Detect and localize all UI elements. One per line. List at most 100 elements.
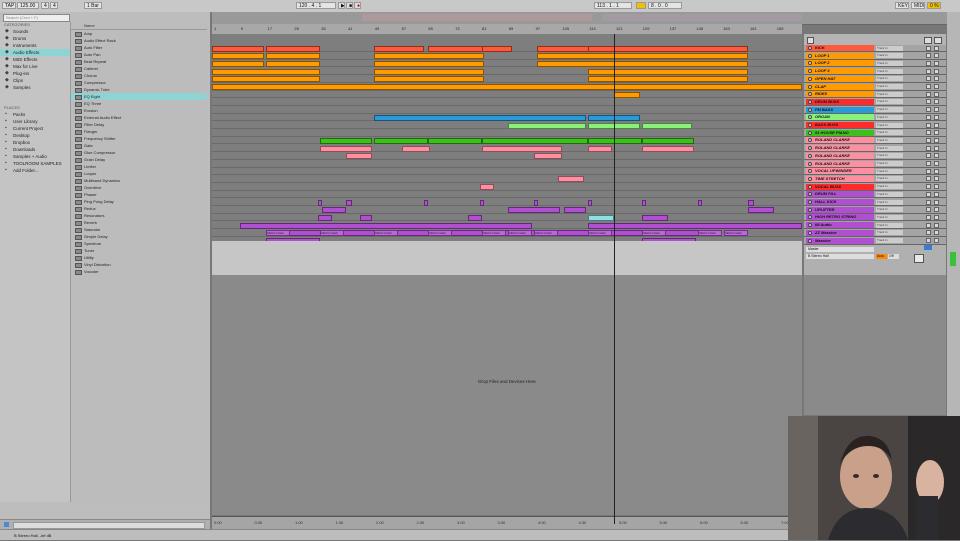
track-activator-icon[interactable] [808,138,812,143]
master-name[interactable]: Master [806,247,874,252]
return-track-select[interactable]: B Stereo Hall [806,254,874,259]
place-item[interactable]: ▪ Dropbox [0,139,70,146]
track-header[interactable]: ROLAND CLARKE Track In [804,145,946,153]
crash-clip[interactable]: VEC3 Crash [724,230,748,237]
file-item[interactable]: Beat Repeat [71,58,207,65]
clip[interactable] [374,114,586,121]
track-input[interactable]: Track In [876,168,903,174]
track-header[interactable]: VOCAL BUSS Track In [804,183,946,191]
track-name[interactable]: OPEN HAT [806,75,874,82]
track-header[interactable]: BASS BUSS Track In [804,122,946,129]
fold-icon[interactable] [807,37,814,44]
track-header[interactable]: TIME STRETCH Track In [804,175,946,183]
clip[interactable] [346,199,352,206]
clip[interactable] [482,45,512,52]
track-header[interactable]: VOCAL UPWINDER Track In [804,168,946,176]
track-header[interactable]: ZZ Massive Track In [804,229,946,237]
category-item[interactable]: ◆ Drums [0,35,70,42]
crash-clip[interactable]: VEC3 Crash [482,230,506,237]
solo-button[interactable] [926,161,931,166]
track-input[interactable]: Track In [876,99,903,105]
solo-button[interactable] [926,214,931,220]
track-activator-icon[interactable] [808,153,812,158]
arm-button[interactable] [934,107,939,113]
solo-button[interactable] [926,191,931,197]
track-activator-icon[interactable] [808,46,812,50]
arrangement-lanes[interactable]: VEC3 Crash VEC3 Crash VEC3 Crash VEC3 Crash… [212,34,802,253]
cue-out-button[interactable] [924,245,932,250]
file-item[interactable]: EQ Three [71,100,207,107]
track-name[interactable]: KICK [806,45,874,51]
track-activator-icon[interactable] [808,238,812,243]
track-lane[interactable] [212,168,802,176]
file-item[interactable]: Amp [71,30,207,37]
arm-button[interactable] [934,137,939,143]
track-name[interactable]: ROLAND CLARKE [806,137,874,144]
track-name[interactable]: VOCAL UPWINDER [806,168,874,175]
mixer-toggle-icon[interactable] [934,37,942,44]
track-activator-icon[interactable] [808,61,812,66]
clip[interactable] [482,137,588,144]
quantize-menu[interactable]: 1 Bar [84,2,102,9]
track-activator-icon[interactable] [808,123,812,127]
track-lane[interactable] [212,199,802,206]
track-activator-icon[interactable] [808,184,812,189]
clip[interactable] [468,214,482,221]
clip[interactable] [537,60,748,67]
track-activator-icon[interactable] [808,169,812,174]
clip[interactable] [537,53,748,60]
solo-button[interactable] [926,238,931,243]
track-input[interactable]: Track In [876,176,903,182]
track-input[interactable]: Track In [876,130,903,136]
file-item[interactable]: Redux [71,205,207,212]
solo-button[interactable] [926,222,931,228]
track-input[interactable]: Track In [876,230,903,236]
file-item[interactable]: Cabinet [71,65,207,72]
track-activator-icon[interactable] [808,215,812,220]
place-item[interactable]: ▪ User Library [0,118,70,125]
clip[interactable] [212,60,264,67]
place-item[interactable]: ▪ Add Folder... [0,167,70,174]
track-name[interactable]: 91 HOUSE PIANO [806,129,874,136]
crash-clip[interactable]: VEC3 Crash [320,230,344,237]
file-list-header[interactable]: Name [71,22,207,30]
clip[interactable] [588,137,642,144]
solo-button[interactable] [926,230,931,236]
play-button[interactable]: ▶ [338,2,345,9]
time-sig-denominator[interactable]: 4 [50,2,58,9]
clip[interactable] [642,122,692,129]
category-item[interactable]: ◆ Max for Live [0,63,70,70]
arm-button[interactable] [934,84,939,89]
clip[interactable] [266,45,320,52]
crash-clip[interactable]: VEC3 Crash [266,230,290,237]
arm-button[interactable] [934,207,939,213]
solo-button[interactable] [926,145,931,151]
solo-button[interactable] [926,84,931,89]
file-item[interactable]: Simple Delay [71,233,207,240]
automation-lane[interactable] [212,241,802,275]
clip[interactable] [642,199,646,206]
solo-button[interactable] [926,122,931,128]
track-header[interactable]: ROLAND CLARKE Track In [804,137,946,145]
clip[interactable] [480,184,494,191]
track-name[interactable]: IM Audio [806,222,874,229]
track-activator-icon[interactable] [808,76,812,81]
crash-clip[interactable]: VEC3 Crash [534,230,558,237]
arm-button[interactable] [934,68,939,74]
clip[interactable] [318,199,322,206]
track-lane[interactable] [212,130,802,137]
clip[interactable] [360,214,372,221]
track-header[interactable]: FM BASS Track In [804,106,946,114]
track-activator-icon[interactable] [808,200,812,204]
track-input[interactable]: Track In [876,137,903,143]
category-item[interactable]: ◆ Samples [0,84,70,91]
clip[interactable] [424,199,428,206]
file-item[interactable]: Multiband Dynamics [71,177,207,184]
crash-clip[interactable]: VEC3 Crash [698,230,722,237]
place-item[interactable]: ▪ Downloads [0,146,70,153]
crash-clip[interactable]: VEC3 Crash [374,230,398,237]
file-item[interactable]: Vocoder [71,268,207,275]
track-header[interactable]: CLAP Track In [804,83,946,91]
track-input[interactable]: Track In [876,45,903,51]
track-header[interactable]: OPEN HAT Track In [804,75,946,83]
